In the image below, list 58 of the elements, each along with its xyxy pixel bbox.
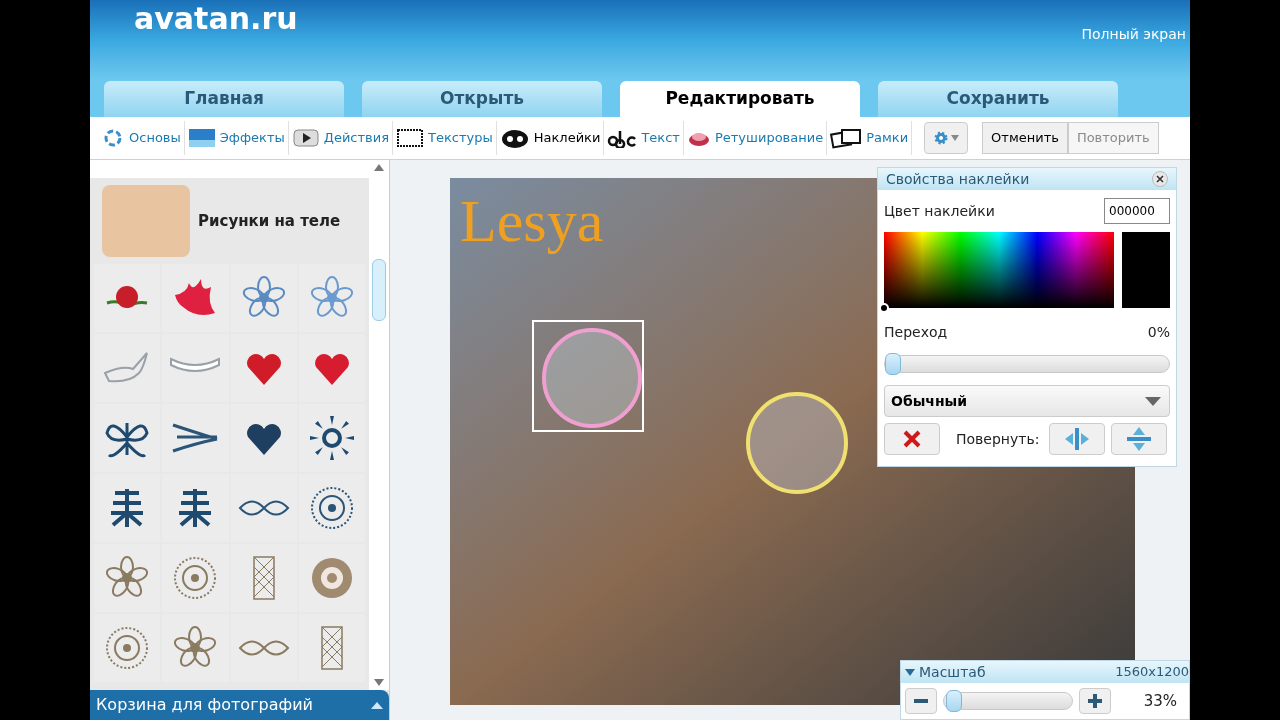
scroll-thumb[interactable] [372,259,386,321]
color-input[interactable]: 000000 [1104,198,1170,224]
caret-icon [951,135,960,141]
tool-button[interactable]: Действия [288,121,394,155]
caret-icon [1145,396,1161,406]
photo-basket-title: Корзина для фотографий [96,694,313,716]
close-icon [1156,175,1164,183]
play-icon [291,128,320,148]
flip-vertical-icon [1125,426,1154,452]
zoom-reading: 33% [1143,690,1177,712]
blend-mode-select[interactable]: Обычный [884,385,1170,417]
caret-icon [905,668,915,676]
settings-button[interactable] [924,122,969,154]
transition-label: Переход [884,323,948,342]
tool-button[interactable]: Эффекты [184,121,289,155]
tab[interactable]: Главная [104,81,344,117]
tool-button[interactable]: Ретуширование [683,121,828,155]
transition-reading: 0% [1147,323,1170,342]
fullscreen-link[interactable]: Полный экран [1081,24,1190,45]
slider-thumb[interactable] [885,353,901,375]
tool-button[interactable]: Рамки [827,121,913,155]
history-button[interactable]: Отменить [982,122,1068,154]
tool-button[interactable]: Текст [604,121,684,155]
color-picker-handle[interactable] [879,303,889,313]
delete-button[interactable] [884,423,940,455]
zoom-title: Масштаб [919,662,986,682]
tool-button[interactable]: Наклейки [496,121,605,155]
tab[interactable]: Редактировать [620,81,860,117]
slider-thumb[interactable] [946,690,963,712]
tab[interactable]: Открыть [362,81,602,117]
site-logo: avatan.ru [134,0,298,38]
zoom-in-button[interactable] [1079,688,1111,714]
rotate-label: Повернуть: [956,429,1040,449]
panel-title: Свойства наклейки [886,169,1030,189]
tab[interactable]: Сохранить [878,81,1118,117]
caret-icon [371,701,383,709]
landscape-icon [187,128,216,148]
scroll-down-icon [374,679,384,686]
tool-button[interactable]: Основы [98,121,185,155]
flip-horizontal-button[interactable] [1049,423,1106,455]
category-title: Рисунки на теле [198,210,341,232]
face-icon [499,127,530,149]
color-label: Цвет наклейки [884,201,995,221]
image-size: 1560x1200 [1115,663,1189,682]
delete-icon [903,430,921,448]
settings-icon [933,130,950,146]
flip-vertical-button[interactable] [1111,423,1168,455]
photo-basket-bar[interactable]: Корзина для фотографий [90,690,389,720]
zoom-out-button[interactable] [905,688,937,714]
scroll-up-icon [374,164,384,171]
frame-icon [396,128,425,148]
plus-icon [1088,694,1102,708]
close-button[interactable] [1152,171,1168,187]
letters-icon [607,128,638,148]
tool-button[interactable]: Текстуры [393,121,497,155]
minus-icon [914,699,928,703]
frames-icon [830,127,863,149]
canvas-text-layer: Lesya [460,187,604,256]
